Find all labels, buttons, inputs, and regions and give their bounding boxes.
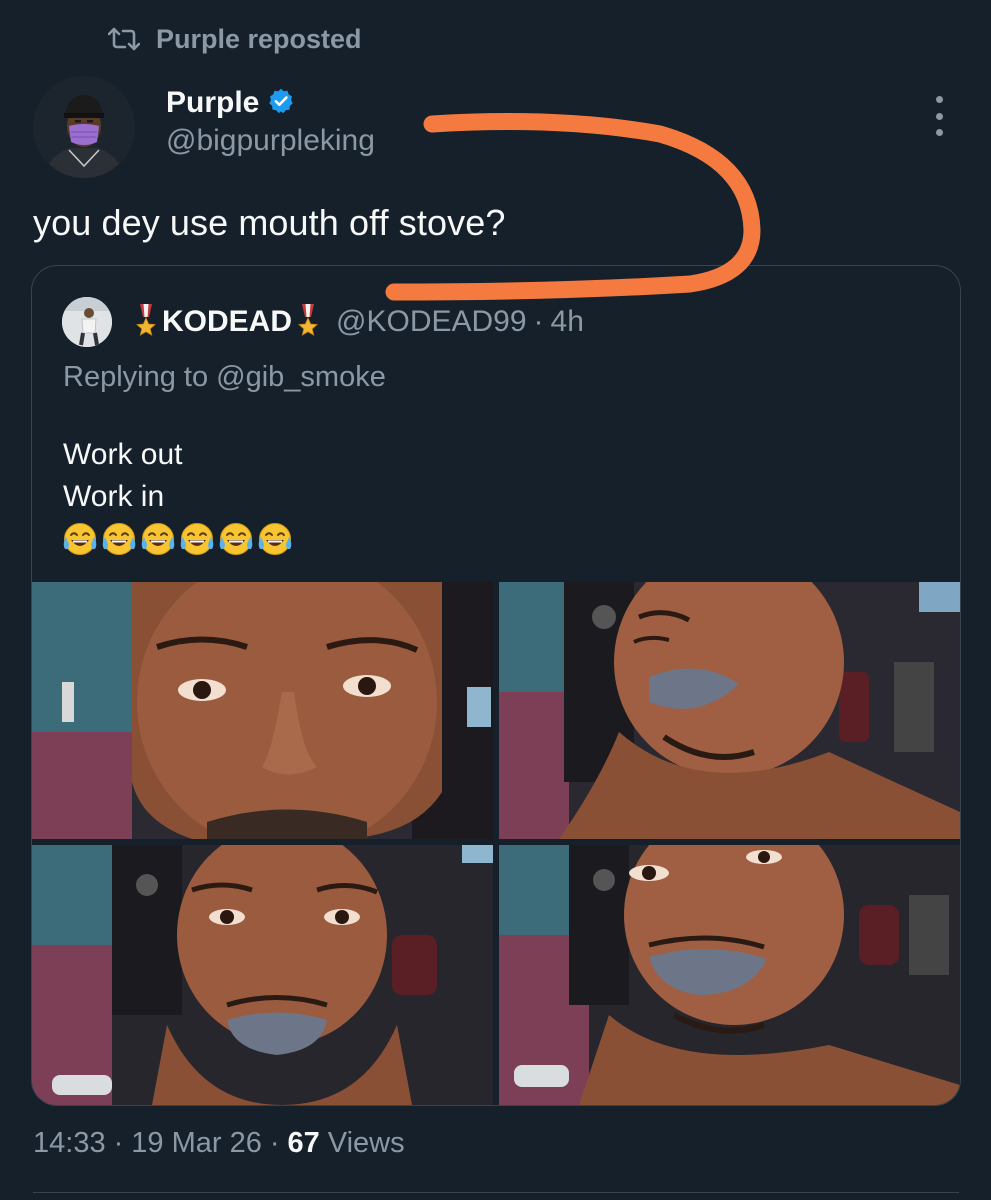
more-dot-icon	[935, 129, 943, 136]
author-avatar[interactable]	[33, 76, 135, 178]
quoted-text-line-1: Work out	[63, 438, 183, 471]
more-dot-icon	[935, 112, 943, 120]
replying-handle[interactable]: @gib_smoke	[216, 361, 386, 393]
tweet-time[interactable]: 14:33	[33, 1127, 106, 1160]
quoted-separator: ·	[533, 305, 544, 338]
repost-text: Purple reposted	[156, 23, 362, 54]
media-photo-1[interactable]	[32, 582, 493, 839]
tweet-text: you dey use mouth off stove?	[33, 202, 506, 243]
tweet-meta: 14:33 · 19 Mar 26 · 67 Views	[33, 1127, 405, 1160]
author-name[interactable]: Purple	[166, 86, 259, 120]
more-dot-icon	[935, 96, 943, 103]
media-grid	[32, 582, 960, 1105]
emoji-row: 😂😂😂😂😂😂	[63, 522, 295, 556]
views-label: Views	[327, 1127, 405, 1159]
replying-to: Replying to @gib_smoke	[63, 361, 386, 394]
quoted-text-line-2: Work in	[63, 480, 165, 513]
author-handle[interactable]: @bigpurpleking	[166, 124, 375, 158]
replying-prefix: Replying to	[63, 361, 217, 393]
author-name-row[interactable]: Purple	[166, 86, 295, 120]
meta-separator: ·	[269, 1127, 280, 1159]
military-medal-icon	[294, 304, 322, 340]
tears-of-joy-emoji-icon	[63, 522, 293, 556]
quoted-header[interactable]: KODEAD @KODEAD99 · 4h	[132, 304, 584, 340]
repost-indicator[interactable]: Purple reposted	[108, 22, 362, 56]
views-count[interactable]: 67	[288, 1127, 320, 1160]
media-photo-3[interactable]	[32, 845, 493, 1105]
tweet-date[interactable]: 19 Mar 26	[131, 1127, 262, 1160]
military-medal-icon	[132, 304, 160, 340]
more-options-button[interactable]	[920, 96, 958, 136]
media-photo-4[interactable]	[499, 845, 960, 1105]
meta-separator: ·	[113, 1127, 124, 1159]
quoted-author-avatar[interactable]	[62, 297, 112, 347]
quoted-author-name[interactable]: KODEAD	[162, 305, 292, 339]
quoted-timestamp[interactable]: 4h	[551, 305, 584, 339]
tweet-page: Purple reposted Purple @bigpurpleking yo…	[0, 0, 991, 1200]
quoted-tweet[interactable]: KODEAD @KODEAD99 · 4h Replying to @gib_s…	[31, 265, 961, 1106]
media-photo-2[interactable]	[499, 582, 960, 839]
verified-badge-icon	[267, 87, 295, 120]
repost-icon	[108, 26, 140, 52]
divider	[33, 1192, 959, 1193]
quoted-author-handle[interactable]: @KODEAD99	[336, 305, 527, 339]
